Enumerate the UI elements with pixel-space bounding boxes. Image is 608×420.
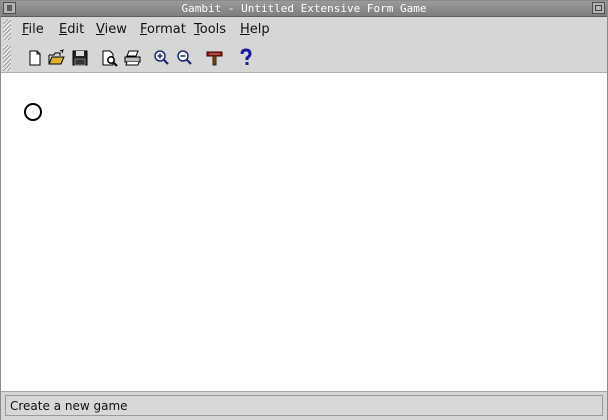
application-window: Gambit - Untitled Extensive Form Game Fi… bbox=[0, 0, 608, 420]
window-title: Gambit - Untitled Extensive Form Game bbox=[181, 2, 427, 15]
status-field: Create a new game bbox=[5, 395, 603, 416]
menu-file[interactable]: File bbox=[22, 22, 44, 38]
toolbar-grip-handle[interactable] bbox=[3, 45, 11, 71]
print-icon bbox=[124, 50, 141, 66]
tool-button[interactable] bbox=[205, 48, 225, 68]
help-button[interactable] bbox=[236, 48, 256, 68]
help-icon bbox=[240, 48, 252, 65]
menu-edit[interactable]: Edit bbox=[59, 22, 84, 38]
toolbar bbox=[1, 42, 607, 73]
print-preview-button[interactable] bbox=[100, 48, 120, 68]
new-document-icon bbox=[29, 50, 41, 66]
open-folder-icon bbox=[48, 49, 65, 65]
print-button[interactable] bbox=[123, 48, 143, 68]
menu-help[interactable]: Help bbox=[240, 22, 270, 38]
zoom-in-button[interactable] bbox=[152, 48, 172, 68]
open-button[interactable] bbox=[47, 48, 67, 68]
title-bar[interactable]: Gambit - Untitled Extensive Form Game bbox=[1, 1, 607, 17]
status-text: Create a new game bbox=[10, 399, 128, 413]
menu-tools[interactable]: Tools bbox=[194, 22, 226, 38]
print-preview-icon bbox=[102, 50, 118, 67]
status-bar: Create a new game bbox=[1, 391, 607, 420]
maximize-button[interactable] bbox=[592, 2, 605, 14]
menu-format[interactable]: Format bbox=[140, 22, 186, 38]
save-disk-icon bbox=[72, 50, 88, 66]
new-button[interactable] bbox=[25, 48, 45, 68]
menu-view[interactable]: View bbox=[96, 22, 127, 38]
game-tree-canvas[interactable] bbox=[1, 73, 607, 391]
save-button[interactable] bbox=[70, 48, 90, 68]
menu-bar: File Edit View Format Tools Help bbox=[1, 17, 607, 42]
menubar-grip-handle[interactable] bbox=[3, 19, 11, 40]
tool-icon bbox=[206, 51, 223, 66]
zoom-out-icon bbox=[177, 50, 192, 65]
zoom-in-icon bbox=[154, 50, 169, 65]
zoom-out-button[interactable] bbox=[175, 48, 195, 68]
root-node[interactable] bbox=[24, 103, 42, 121]
